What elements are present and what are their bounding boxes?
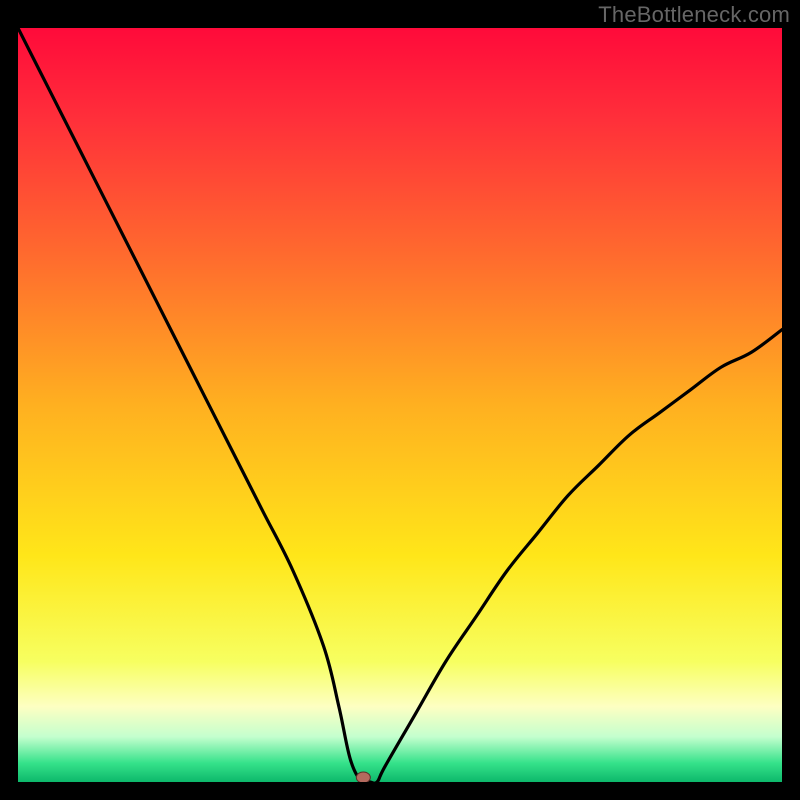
chart-frame: TheBottleneck.com	[0, 0, 800, 800]
optimal-point-marker	[356, 772, 370, 782]
plot-area	[18, 28, 782, 782]
watermark-text: TheBottleneck.com	[598, 2, 790, 28]
bottleneck-chart	[18, 28, 782, 782]
